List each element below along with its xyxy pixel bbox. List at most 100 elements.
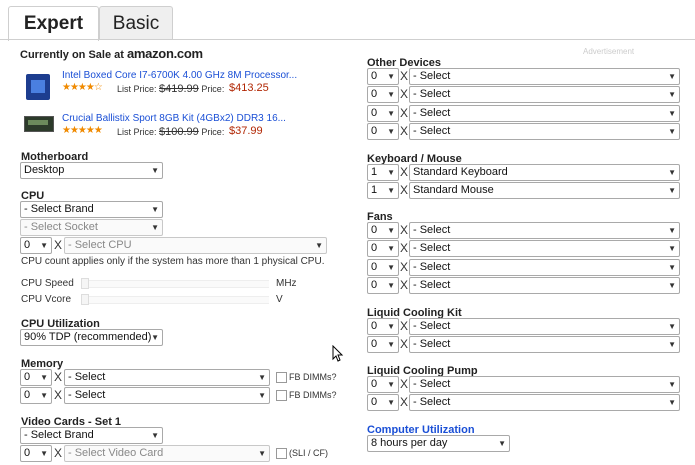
count-value: 0 bbox=[371, 260, 378, 273]
tab-expert[interactable]: Expert bbox=[8, 6, 99, 41]
price-label: Price: bbox=[201, 127, 225, 137]
fans-select[interactable]: - Select ▼ bbox=[409, 258, 680, 276]
liquid-kit-count-select[interactable]: 0 ▼ bbox=[367, 336, 399, 354]
liquid-kit-select[interactable]: - Select ▼ bbox=[409, 336, 680, 354]
chevron-down-icon: ▼ bbox=[40, 241, 48, 250]
fans-count-select[interactable]: 0 ▼ bbox=[367, 222, 399, 239]
keyboard-mouse-select[interactable]: Standard Mouse ▼ bbox=[409, 182, 680, 200]
cpu-speed-slider[interactable] bbox=[83, 280, 269, 288]
memory-count-select[interactable]: 0 ▼ bbox=[20, 387, 52, 404]
cpu-speed-unit: MHz bbox=[276, 278, 297, 289]
product-title-link[interactable]: Crucial Ballistix Sport 8GB Kit (4GBx2) … bbox=[62, 113, 286, 124]
sli-cf-label: (SLI / CF) bbox=[289, 448, 329, 458]
chevron-down-icon: ▼ bbox=[668, 72, 676, 81]
multiply-symbol: X bbox=[54, 370, 63, 384]
count-value: 1 bbox=[371, 166, 378, 178]
memory-select[interactable]: - Select ▼ bbox=[64, 387, 270, 404]
other-devices-select[interactable]: - Select ▼ bbox=[409, 86, 680, 104]
memory-select[interactable]: - Select ▼ bbox=[64, 369, 270, 386]
list-price: List Price: $100.99 Price: bbox=[117, 126, 224, 138]
cpu-count-select[interactable]: 0 ▼ bbox=[20, 237, 52, 254]
chevron-down-icon: ▼ bbox=[151, 431, 159, 440]
chevron-down-icon: ▼ bbox=[258, 391, 266, 400]
multiply-symbol: X bbox=[400, 319, 409, 333]
chevron-down-icon: ▼ bbox=[668, 262, 676, 272]
chevron-down-icon: ▼ bbox=[387, 226, 395, 235]
liquid-kit-count-select[interactable]: 0 ▼ bbox=[367, 318, 399, 335]
product-image-ram[interactable] bbox=[24, 116, 54, 132]
sale-price: $413.25 bbox=[229, 82, 269, 94]
sli-cf-checkbox[interactable] bbox=[276, 448, 287, 459]
amazon-logo[interactable]: amazon.com bbox=[127, 46, 203, 61]
liquid-pump-select[interactable]: - Select ▼ bbox=[409, 376, 680, 393]
multiply-symbol: X bbox=[54, 238, 63, 252]
computer-utilization-select[interactable]: 8 hours per day ▼ bbox=[367, 435, 510, 452]
other-devices-select[interactable]: - Select ▼ bbox=[409, 104, 680, 122]
video-brand-select[interactable]: - Select Brand ▼ bbox=[20, 427, 163, 444]
memory-count-select[interactable]: 0 ▼ bbox=[20, 369, 52, 386]
cpu-brand-value: - Select Brand bbox=[24, 203, 94, 215]
keyboard-mouse-count-select[interactable]: 1 ▼ bbox=[367, 182, 399, 200]
fb-dimms-checkbox[interactable] bbox=[276, 390, 287, 401]
cpu-model-select[interactable]: - Select CPU ▼ bbox=[64, 237, 327, 254]
product-title-link[interactable]: Intel Boxed Core I7-6700K 4.00 GHz 8M Pr… bbox=[62, 70, 297, 81]
chevron-down-icon: ▼ bbox=[387, 262, 395, 272]
select-value: Standard Mouse bbox=[413, 184, 494, 197]
chevron-down-icon: ▼ bbox=[498, 439, 506, 448]
video-count-select[interactable]: 0 ▼ bbox=[20, 445, 52, 462]
tab-divider bbox=[0, 39, 695, 40]
select-value: - Select bbox=[413, 278, 451, 291]
other-devices-count-select[interactable]: 0 ▼ bbox=[367, 86, 399, 104]
fans-select[interactable]: - Select ▼ bbox=[409, 240, 680, 258]
chevron-down-icon: ▼ bbox=[387, 126, 395, 136]
other-devices-count-select[interactable]: 0 ▼ bbox=[367, 122, 399, 140]
fb-dimms-label: FB DIMMs? bbox=[289, 372, 337, 382]
cpu-brand-select[interactable]: - Select Brand ▼ bbox=[20, 201, 163, 218]
cpu-speed-handle[interactable] bbox=[81, 278, 89, 289]
fans-count-select[interactable]: 0 ▼ bbox=[367, 258, 399, 276]
price-label: Price: bbox=[201, 84, 225, 94]
multiply-symbol: X bbox=[400, 395, 409, 410]
chevron-down-icon: ▼ bbox=[151, 223, 159, 232]
video-brand-value: - Select Brand bbox=[24, 429, 94, 441]
cpu-utilization-select[interactable]: 90% TDP (recommended) ▼ bbox=[20, 329, 163, 346]
count-value: 0 bbox=[371, 378, 378, 390]
multiply-symbol: X bbox=[400, 69, 409, 83]
liquid-pump-count-select[interactable]: 0 ▼ bbox=[367, 376, 399, 393]
keyboard-mouse-count-select[interactable]: 1 ▼ bbox=[367, 164, 399, 181]
select-value: - Select bbox=[413, 260, 451, 273]
multiply-symbol: X bbox=[400, 277, 409, 292]
product-image-cpu[interactable] bbox=[26, 74, 50, 100]
video-card-value: - Select Video Card bbox=[68, 447, 164, 459]
cpu-socket-select[interactable]: - Select Socket ▼ bbox=[20, 219, 163, 236]
fans-select[interactable]: - Select ▼ bbox=[409, 222, 680, 239]
cpu-speed-label: CPU Speed bbox=[21, 278, 74, 289]
multiply-symbol: X bbox=[400, 183, 409, 198]
other-devices-count-select[interactable]: 0 ▼ bbox=[367, 104, 399, 122]
memory-value: - Select bbox=[68, 389, 106, 401]
other-devices-count-select[interactable]: 0 ▼ bbox=[367, 68, 399, 85]
motherboard-select[interactable]: Desktop ▼ bbox=[20, 162, 163, 179]
count-value: 0 bbox=[371, 242, 378, 255]
chevron-down-icon: ▼ bbox=[668, 186, 676, 196]
liquid-kit-select[interactable]: - Select ▼ bbox=[409, 318, 680, 335]
chevron-down-icon: ▼ bbox=[151, 333, 159, 342]
tab-basic[interactable]: Basic bbox=[99, 6, 173, 40]
cpu-socket-value: - Select Socket bbox=[24, 221, 98, 233]
chevron-down-icon: ▼ bbox=[387, 340, 395, 350]
liquid-pump-select[interactable]: - Select ▼ bbox=[409, 394, 680, 412]
fb-dimms-checkbox[interactable] bbox=[276, 372, 287, 383]
video-card-select[interactable]: - Select Video Card ▼ bbox=[64, 445, 270, 462]
cpu-vcore-handle[interactable] bbox=[81, 294, 89, 305]
other-devices-select[interactable]: - Select ▼ bbox=[409, 122, 680, 140]
chevron-down-icon: ▼ bbox=[668, 340, 676, 350]
cpu-vcore-slider[interactable] bbox=[83, 296, 269, 304]
other-devices-select[interactable]: - Select ▼ bbox=[409, 68, 680, 85]
fans-count-select[interactable]: 0 ▼ bbox=[367, 276, 399, 294]
chevron-down-icon: ▼ bbox=[40, 449, 48, 458]
fans-count-select[interactable]: 0 ▼ bbox=[367, 240, 399, 258]
liquid-pump-count-select[interactable]: 0 ▼ bbox=[367, 394, 399, 412]
cpu-vcore-label: CPU Vcore bbox=[21, 294, 72, 305]
fans-select[interactable]: - Select ▼ bbox=[409, 276, 680, 294]
keyboard-mouse-select[interactable]: Standard Keyboard ▼ bbox=[409, 164, 680, 181]
